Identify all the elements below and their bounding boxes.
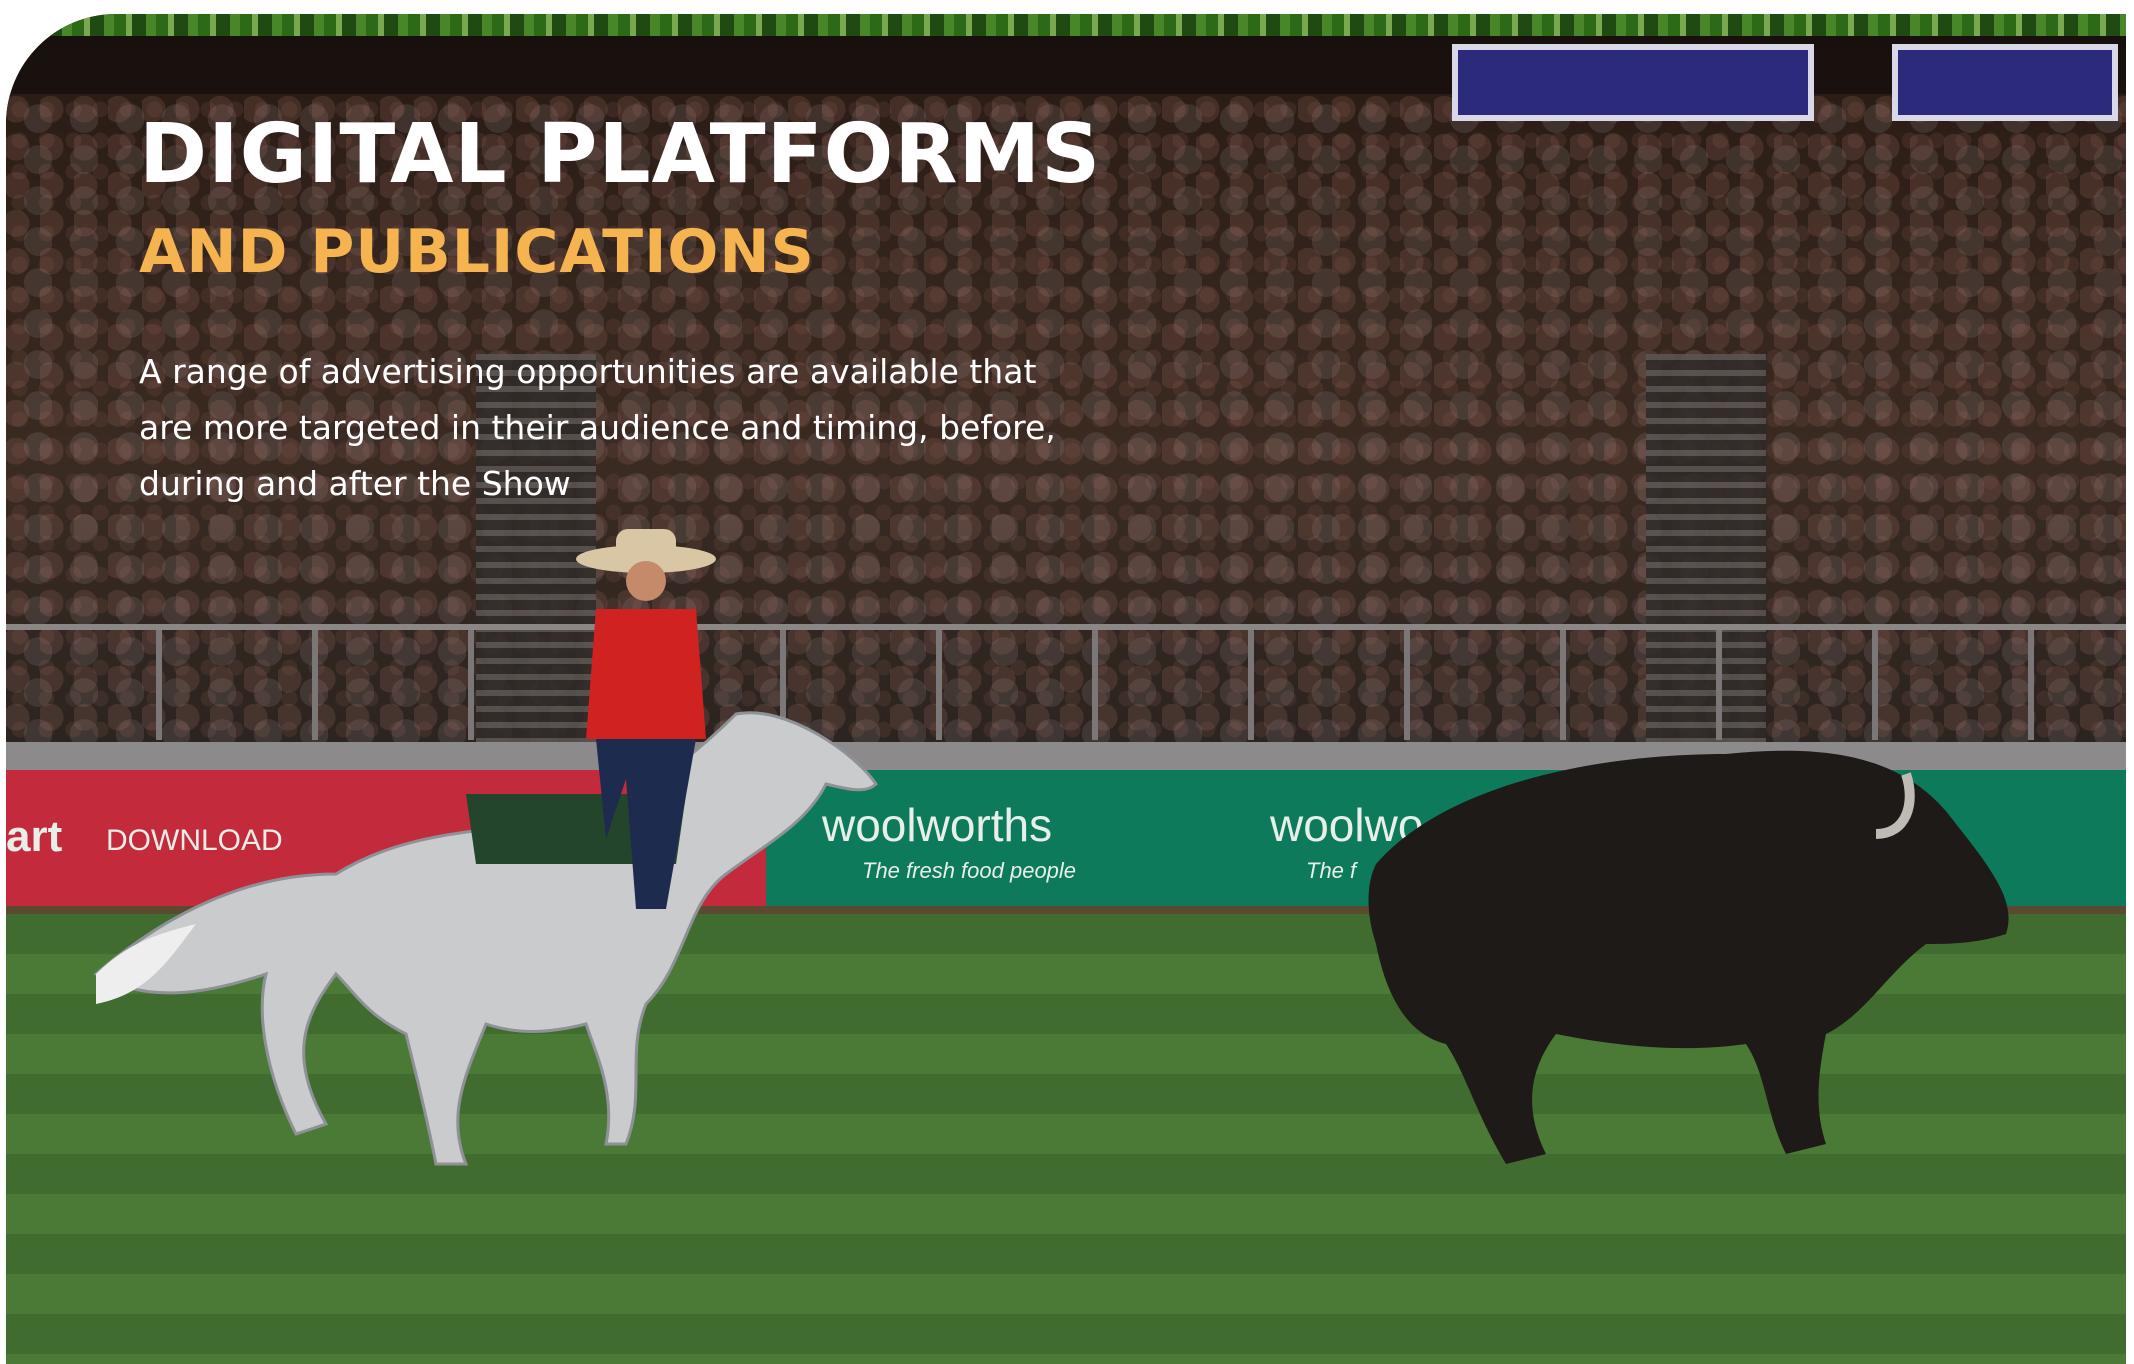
foliage-strip: [6, 14, 2126, 36]
hero-photo: art DOWNLOAD woolworths The fresh food p…: [6, 14, 2126, 1364]
stadium-screen-right: [1892, 44, 2118, 121]
intro-paragraph: A range of advertising opportunities are…: [139, 352, 1056, 503]
rider-icon: [576, 529, 716, 909]
page-subtitle: AND PUBLICATIONS: [139, 217, 815, 287]
horse-icon: [93, 711, 878, 1166]
stadium-screen-left: [1452, 44, 1814, 121]
page-title: DIGITAL PLATFORMS: [139, 107, 1102, 202]
banner-text-art: art: [6, 812, 63, 861]
bison-icon: [1368, 750, 2009, 1164]
